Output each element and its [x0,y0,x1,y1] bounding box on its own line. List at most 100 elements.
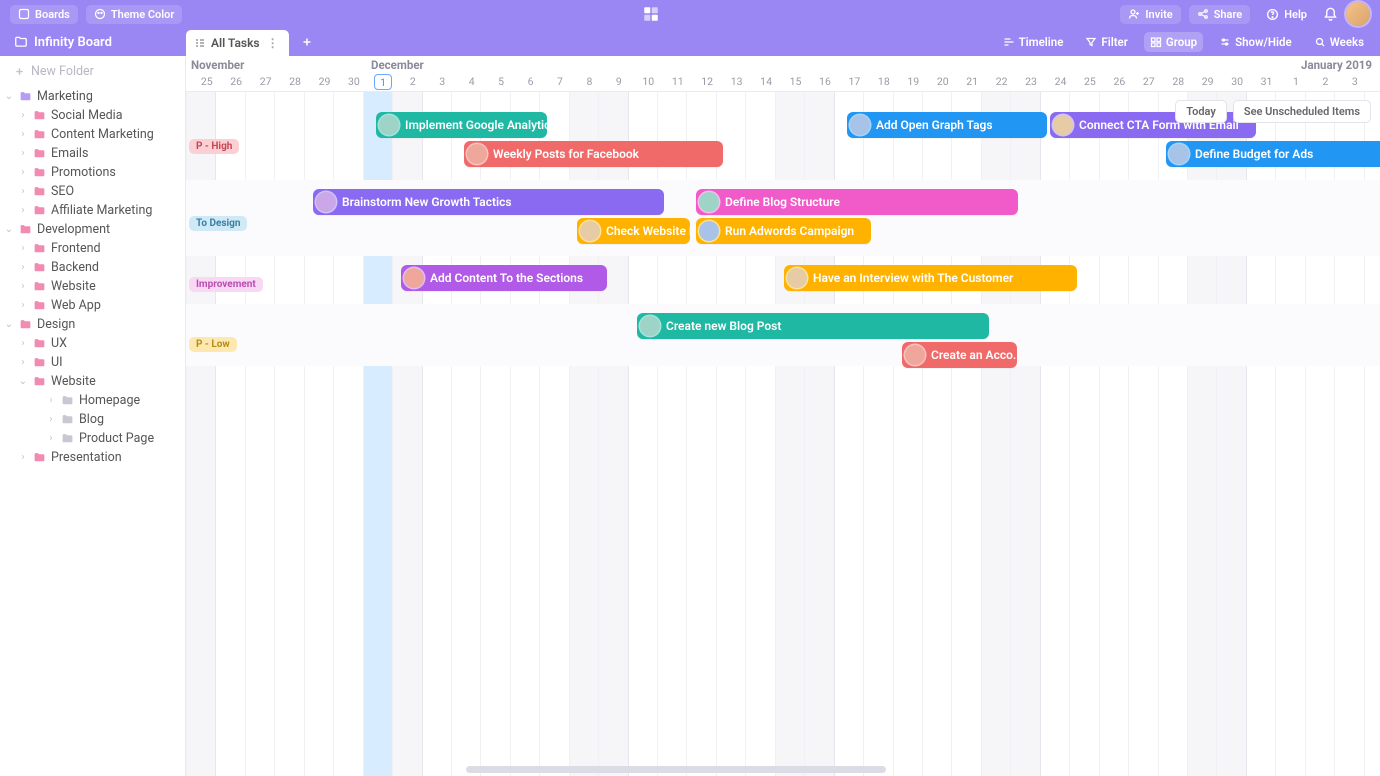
task-create-account[interactable]: Create an Acco... [902,342,1017,368]
day-10: 10 [634,75,663,88]
day-scale: 2526272829301234567891011121314151617181… [186,75,1380,89]
invite-label: Invite [1145,8,1172,21]
badge-p-low: P - Low [189,337,237,352]
tree-emails[interactable]: ›Emails [14,144,185,163]
tree-product[interactable]: ›Product Page [42,429,185,448]
help-button[interactable]: Help [1258,5,1315,24]
tree-ux[interactable]: ›UX [14,334,185,353]
avatar-icon [699,192,719,212]
tree-backend[interactable]: ›Backend [14,258,185,277]
task-check-website[interactable]: Check Website P... [577,218,690,244]
tree-design[interactable]: ⌄Design [0,315,185,334]
theme-button[interactable]: Theme Color [86,5,183,24]
tasks-icon [194,37,206,49]
tab-menu-icon[interactable]: ⋮ [267,36,279,50]
badge-p-high: P - High [189,139,239,154]
view-timeline[interactable]: Timeline [997,32,1070,52]
day-30: 30 [1222,75,1251,88]
tree-affiliate[interactable]: ›Affiliate Marketing [14,201,185,220]
board-title-label: Infinity Board [34,35,112,50]
day-3: 3 [428,75,457,88]
month-jan: January 2019 [1298,58,1372,72]
task-weekly-fb[interactable]: Weekly Posts for Facebook [464,141,723,167]
day-15: 15 [781,75,810,88]
tree-presentation[interactable]: ›Presentation [14,448,185,467]
palette-icon [94,8,106,20]
boards-button[interactable]: Boards [10,5,78,24]
task-open-graph[interactable]: Add Open Graph Tags [847,112,1047,138]
day-24: 24 [1046,75,1075,88]
tree-seo[interactable]: ›SEO [14,182,185,201]
help-label: Help [1284,8,1307,21]
share-button[interactable]: Share [1189,5,1251,24]
day-20: 20 [928,75,957,88]
tree-website[interactable]: ›Website [14,277,185,296]
day-28: 28 [280,75,309,88]
task-adwords[interactable]: Run Adwords Campaign [696,218,871,244]
tree-social[interactable]: ›Social Media [14,106,185,125]
task-add-content[interactable]: Add Content To the Sections [401,265,607,291]
badge-improvement: Improvement [189,277,263,292]
day-25: 25 [1075,75,1104,88]
timeline[interactable]: November December January 2019 252627282… [186,56,1380,776]
new-folder-label: New Folder [31,64,94,79]
bell-icon[interactable] [1323,7,1338,22]
avatar-icon [316,192,336,212]
filter-icon [1085,36,1097,48]
task-blog-structure[interactable]: Define Blog Structure [696,189,1018,215]
day-5: 5 [486,75,515,88]
invite-button[interactable]: Invite [1120,5,1180,24]
tree-blog[interactable]: ›Blog [42,410,185,429]
view-showhide[interactable]: Show/Hide [1213,32,1298,52]
horizontal-scrollbar[interactable] [466,766,886,773]
tree-marketing[interactable]: ⌄Marketing [0,87,185,106]
today-button[interactable]: Today [1175,100,1227,123]
tree-homepage[interactable]: ›Homepage [42,391,185,410]
tree-ui[interactable]: ›UI [14,353,185,372]
tree-promo[interactable]: ›Promotions [14,163,185,182]
day-23: 23 [1016,75,1045,88]
day-29: 29 [1193,75,1222,88]
task-brainstorm[interactable]: Brainstorm New Growth Tactics [313,189,664,215]
tree-design-website[interactable]: ⌄Website [14,372,185,391]
avatar-icon [787,268,807,288]
day-27: 27 [1134,75,1163,88]
view-weeks[interactable]: Weeks [1308,32,1370,52]
day-8: 8 [575,75,604,88]
new-folder-button[interactable]: New Folder [0,60,185,87]
add-tab-button[interactable] [295,30,319,54]
topbar: Boards Theme Color Invite Share Help [0,0,1380,28]
share-label: Share [1214,8,1243,21]
timeline-icon [1003,36,1015,48]
boards-icon [18,8,30,20]
avatar-icon [1053,115,1073,135]
unscheduled-button[interactable]: See Unscheduled Items [1233,100,1371,123]
tree-dev[interactable]: ⌄Development [0,220,185,239]
day-2: 2 [1311,75,1340,88]
task-new-blog[interactable]: Create new Blog Post [637,313,989,339]
sliders-icon [1219,36,1231,48]
day-13: 13 [722,75,751,88]
day-30: 30 [339,75,368,88]
tree-frontend[interactable]: ›Frontend [14,239,185,258]
user-avatar[interactable] [1346,2,1370,26]
task-define-budget[interactable]: Define Budget for Ads [1166,141,1380,167]
day-26: 26 [221,75,250,88]
view-filter[interactable]: Filter [1079,32,1134,52]
folder-tree: ⌄Marketing ›Social Media ›Content Market… [0,87,185,467]
tree-webapp[interactable]: ›Web App [14,296,185,315]
day-19: 19 [899,75,928,88]
sidebar: New Folder ⌄Marketing ›Social Media ›Con… [0,56,186,776]
tree-content[interactable]: ›Content Marketing [14,125,185,144]
day-2: 2 [398,75,427,88]
view-group[interactable]: Group [1144,32,1203,52]
task-implement-analytics[interactable]: Implement Google Analytics [376,112,547,138]
avatar-icon [379,115,399,135]
view-options: Timeline Filter Group Show/Hide Weeks [997,28,1380,56]
day-14: 14 [751,75,780,88]
timeline-body: P - High To Design Improvement P - Low I… [186,92,1380,776]
task-interview[interactable]: Have an Interview with The Customer [784,265,1077,291]
help-icon [1266,8,1279,21]
board-title[interactable]: Infinity Board [0,28,186,56]
tab-all-tasks[interactable]: All Tasks ⋮ [186,30,289,56]
